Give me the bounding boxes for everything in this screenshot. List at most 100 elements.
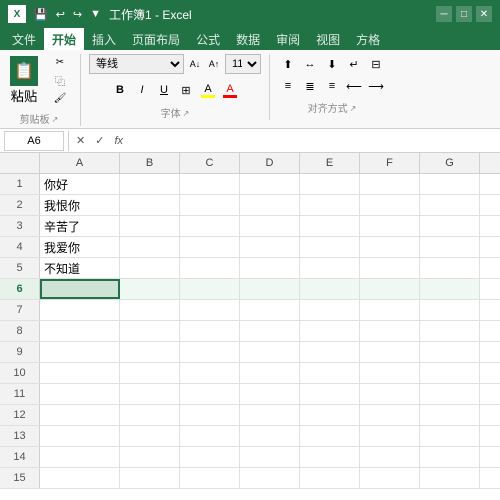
border-button[interactable]: ⊞ <box>176 80 196 100</box>
col-header-a[interactable]: A <box>40 153 120 173</box>
tab-review[interactable]: 审阅 <box>268 28 308 50</box>
cell-D12[interactable] <box>240 405 300 425</box>
row-number-2[interactable]: 2 <box>0 195 40 215</box>
minimize-button[interactable]: ─ <box>436 6 452 22</box>
font-size-increase-button[interactable]: A↑ <box>206 54 222 74</box>
cell-E12[interactable] <box>300 405 360 425</box>
cell-F14[interactable] <box>360 447 420 467</box>
cell-G12[interactable] <box>420 405 480 425</box>
cell-A15[interactable] <box>40 468 120 488</box>
cell-B3[interactable] <box>120 216 180 236</box>
cell-E10[interactable] <box>300 363 360 383</box>
cell-D10[interactable] <box>240 363 300 383</box>
fill-color-button[interactable]: A <box>198 79 218 101</box>
tab-formula[interactable]: 公式 <box>188 28 228 50</box>
tab-view[interactable]: 视图 <box>308 28 348 50</box>
col-header-b[interactable]: B <box>120 153 180 173</box>
cell-B8[interactable] <box>120 321 180 341</box>
cell-D14[interactable] <box>240 447 300 467</box>
cell-F7[interactable] <box>360 300 420 320</box>
cell-B14[interactable] <box>120 447 180 467</box>
cell-D11[interactable] <box>240 384 300 404</box>
cell-E3[interactable] <box>300 216 360 236</box>
font-size-select[interactable]: 11 <box>225 54 261 74</box>
row-number-5[interactable]: 5 <box>0 258 40 278</box>
cell-B5[interactable] <box>120 258 180 278</box>
cell-D1[interactable] <box>240 174 300 194</box>
cell-D4[interactable] <box>240 237 300 257</box>
row-number-6[interactable]: 6 <box>0 279 40 299</box>
cell-F9[interactable] <box>360 342 420 362</box>
cell-G13[interactable] <box>420 426 480 446</box>
confirm-button[interactable]: ✓ <box>92 134 107 147</box>
cell-B4[interactable] <box>120 237 180 257</box>
customize-button[interactable]: ▼ <box>88 6 103 22</box>
font-size-decrease-button[interactable]: A↓ <box>187 54 203 74</box>
cell-A8[interactable] <box>40 321 120 341</box>
row-number-4[interactable]: 4 <box>0 237 40 257</box>
cell-G2[interactable] <box>420 195 480 215</box>
cell-C5[interactable] <box>180 258 240 278</box>
cell-G7[interactable] <box>420 300 480 320</box>
italic-button[interactable]: I <box>132 80 152 100</box>
cell-B13[interactable] <box>120 426 180 446</box>
cell-G8[interactable] <box>420 321 480 341</box>
row-number-15[interactable]: 15 <box>0 468 40 488</box>
cell-E1[interactable] <box>300 174 360 194</box>
cell-E9[interactable] <box>300 342 360 362</box>
underline-button[interactable]: U <box>154 80 174 100</box>
cell-C13[interactable] <box>180 426 240 446</box>
row-number-9[interactable]: 9 <box>0 342 40 362</box>
cancel-button[interactable]: ✕ <box>73 134 88 147</box>
cell-D3[interactable] <box>240 216 300 236</box>
row-number-14[interactable]: 14 <box>0 447 40 467</box>
cell-F5[interactable] <box>360 258 420 278</box>
clipboard-expand-icon[interactable]: ↗ <box>52 115 59 124</box>
align-right-button[interactable]: ≡ <box>322 76 342 96</box>
cell-E11[interactable] <box>300 384 360 404</box>
redo-button[interactable]: ↪ <box>71 6 84 23</box>
cell-E7[interactable] <box>300 300 360 320</box>
cell-G11[interactable] <box>420 384 480 404</box>
save-button[interactable]: 💾 <box>32 6 50 23</box>
cell-F10[interactable] <box>360 363 420 383</box>
cell-G14[interactable] <box>420 447 480 467</box>
row-number-13[interactable]: 13 <box>0 426 40 446</box>
cell-E14[interactable] <box>300 447 360 467</box>
cell-G5[interactable] <box>420 258 480 278</box>
cell-B11[interactable] <box>120 384 180 404</box>
indent-increase-button[interactable]: ⟶ <box>366 76 386 96</box>
align-middle-button[interactable]: ↔ <box>300 54 320 74</box>
cell-C4[interactable] <box>180 237 240 257</box>
cell-A14[interactable] <box>40 447 120 467</box>
cell-C10[interactable] <box>180 363 240 383</box>
col-header-d[interactable]: D <box>240 153 300 173</box>
cell-B1[interactable] <box>120 174 180 194</box>
cell-B12[interactable] <box>120 405 180 425</box>
maximize-button[interactable]: □ <box>456 6 472 22</box>
row-number-10[interactable]: 10 <box>0 363 40 383</box>
cell-A9[interactable] <box>40 342 120 362</box>
wrap-text-button[interactable]: ↵ <box>344 54 364 74</box>
cell-C15[interactable] <box>180 468 240 488</box>
cell-B9[interactable] <box>120 342 180 362</box>
cell-C1[interactable] <box>180 174 240 194</box>
cell-D7[interactable] <box>240 300 300 320</box>
cell-A4[interactable]: 我爱你 <box>40 237 120 257</box>
cell-D15[interactable] <box>240 468 300 488</box>
formula-input[interactable] <box>130 131 496 151</box>
col-header-f[interactable]: F <box>360 153 420 173</box>
col-header-e[interactable]: E <box>300 153 360 173</box>
format-painter-button[interactable]: 🖌 <box>48 90 72 106</box>
cell-F12[interactable] <box>360 405 420 425</box>
cell-C3[interactable] <box>180 216 240 236</box>
indent-decrease-button[interactable]: ⟵ <box>344 76 364 96</box>
row-number-3[interactable]: 3 <box>0 216 40 236</box>
cell-C9[interactable] <box>180 342 240 362</box>
row-number-8[interactable]: 8 <box>0 321 40 341</box>
cell-C11[interactable] <box>180 384 240 404</box>
cell-A3[interactable]: 辛苦了 <box>40 216 120 236</box>
cell-G10[interactable] <box>420 363 480 383</box>
cell-B15[interactable] <box>120 468 180 488</box>
row-number-7[interactable]: 7 <box>0 300 40 320</box>
